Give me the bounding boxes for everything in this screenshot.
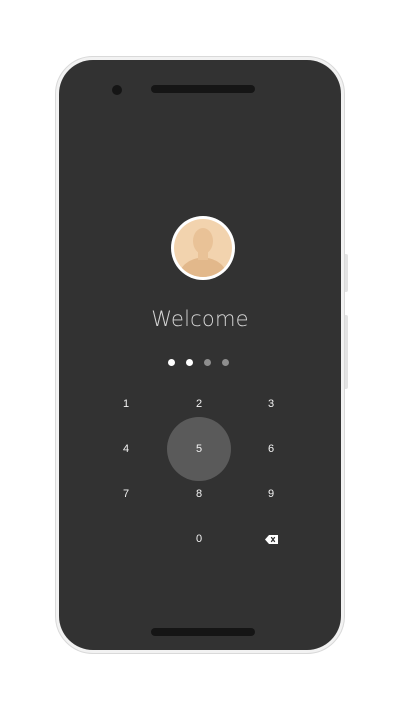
key-0[interactable]: 0 [167, 507, 231, 571]
user-avatar [171, 216, 235, 280]
key-label: 0 [195, 533, 203, 545]
pin-indicator [168, 359, 238, 367]
pin-dot [204, 359, 211, 366]
key-label: 1 [122, 398, 130, 410]
key-label: 2 [195, 398, 203, 410]
bottom-speaker [151, 628, 255, 636]
key-label: 7 [122, 488, 130, 500]
key-label: 3 [267, 398, 275, 410]
user-avatar-icon [174, 219, 232, 277]
key-label: 4 [122, 443, 130, 455]
key-label: 6 [267, 443, 275, 455]
device-mockup: Welcome 1 2 3 4 5 6 7 8 9 0 [0, 0, 400, 720]
lock-screen: Welcome 1 2 3 4 5 6 7 8 9 0 [59, 60, 341, 650]
key-label: 8 [195, 488, 203, 500]
key-7[interactable]: 7 [94, 462, 158, 526]
phone-frame: Welcome 1 2 3 4 5 6 7 8 9 0 [55, 56, 345, 654]
earpiece-speaker [151, 85, 255, 93]
front-camera [112, 85, 122, 95]
pin-dot [222, 359, 229, 366]
backspace-icon [264, 534, 278, 544]
backspace-button[interactable] [239, 507, 303, 571]
key-label: 9 [267, 488, 275, 500]
key-label: 5 [195, 443, 203, 455]
pin-dot [186, 359, 193, 366]
pin-dot [168, 359, 175, 366]
welcome-text: Welcome [151, 307, 249, 331]
